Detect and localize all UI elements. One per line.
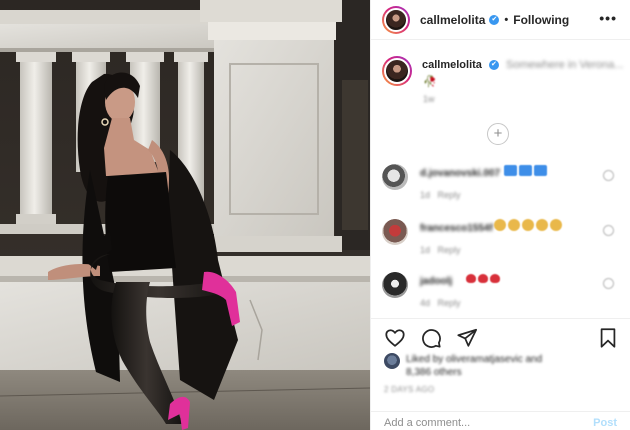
comment-input[interactable] <box>384 417 574 429</box>
post-timestamp[interactable]: 2 DAYS AGO <box>384 385 434 394</box>
comment-emoji <box>504 164 549 176</box>
reply-button[interactable]: Reply <box>438 298 461 308</box>
comment-like-icon[interactable] <box>603 170 614 181</box>
avatar[interactable] <box>382 5 410 34</box>
avatar[interactable] <box>382 56 412 86</box>
avatar[interactable] <box>382 164 408 190</box>
instagram-post: callmelolita ✔ • Following ••• callmelol… <box>0 0 630 430</box>
list-item: d.jovanovski.007 1d Reply <box>382 164 622 208</box>
likes-text: Liked by oliveramatjasevic and <box>406 354 543 365</box>
like-heart-icon[interactable] <box>384 327 406 349</box>
likes-others[interactable]: 8,386 others <box>406 367 462 378</box>
load-more-icon[interactable]: + <box>487 123 509 145</box>
comment-icon[interactable] <box>420 327 442 349</box>
comment-meta: 4d Reply <box>420 298 461 308</box>
header-username[interactable]: callmelolita <box>420 13 485 27</box>
reply-button[interactable]: Reply <box>438 245 461 255</box>
comment-meta: 1d Reply <box>420 190 461 200</box>
comment-like-icon[interactable] <box>603 278 614 289</box>
post-header: callmelolita ✔ • Following ••• <box>371 0 630 40</box>
comment-username[interactable]: jadoolj <box>420 276 452 287</box>
comment-username[interactable]: d.jovanovski.007 <box>420 168 500 179</box>
comment-time[interactable]: 1d <box>420 190 430 200</box>
post-button[interactable]: Post <box>593 417 617 429</box>
post-photo[interactable] <box>0 0 370 430</box>
comment-emoji <box>466 272 502 284</box>
reply-button[interactable]: Reply <box>438 190 461 200</box>
avatar[interactable] <box>382 272 408 298</box>
comment-username[interactable]: francesco1554f <box>420 223 493 234</box>
caption-emoji: 🥀 <box>423 76 437 88</box>
comments-list[interactable]: callmelolita ✔ Somewhere in Verona... 🥀 … <box>371 41 630 318</box>
post-side-panel: callmelolita ✔ • Following ••• callmelol… <box>370 0 630 430</box>
post-actions: Liked by oliveramatjasevic and 8,386 oth… <box>371 318 630 430</box>
comment-time[interactable]: 4d <box>420 298 430 308</box>
list-item: jadoolj 4d Reply <box>382 272 622 316</box>
photo-illustration <box>0 0 370 430</box>
likes-summary[interactable]: Liked by oliveramatjasevic and 8,386 oth… <box>384 353 586 379</box>
comment-like-icon[interactable] <box>603 225 614 236</box>
comment-meta: 1d Reply <box>420 245 461 255</box>
share-icon[interactable] <box>456 327 478 349</box>
caption-time[interactable]: 1w <box>423 94 435 104</box>
avatar[interactable] <box>382 219 408 245</box>
caption-text: Somewhere in Verona... <box>506 59 624 71</box>
save-bookmark-icon[interactable] <box>597 327 619 349</box>
more-options-icon[interactable]: ••• <box>599 10 617 26</box>
caption-username[interactable]: callmelolita <box>422 59 482 71</box>
verified-icon: ✔ <box>489 14 500 25</box>
comment-emoji <box>494 219 564 232</box>
add-comment-bar: Post <box>371 411 630 430</box>
avatar[interactable] <box>384 353 400 369</box>
caption: callmelolita ✔ Somewhere in Verona... 🥀 … <box>382 56 624 104</box>
comment-time[interactable]: 1d <box>420 245 430 255</box>
verified-icon: ✔ <box>488 60 499 71</box>
following-button[interactable]: Following <box>513 13 569 27</box>
header-separator: • <box>504 13 509 26</box>
list-item: francesco1554f 1d Reply <box>382 219 622 263</box>
